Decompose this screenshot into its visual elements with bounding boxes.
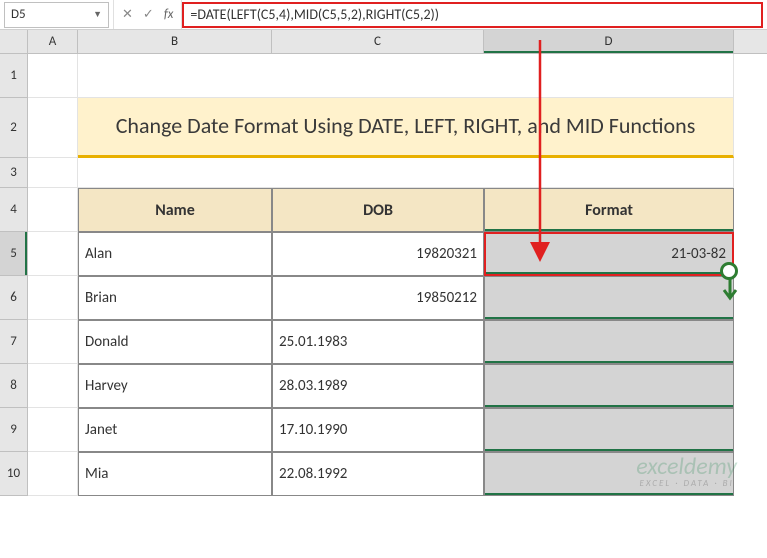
- header-name[interactable]: Name: [78, 188, 272, 232]
- cell-C7[interactable]: 25.01.1983: [272, 320, 484, 364]
- cell-B7[interactable]: Donald: [78, 320, 272, 364]
- cell-B9[interactable]: Janet: [78, 408, 272, 452]
- cell-D5[interactable]: 21-03-82: [484, 232, 734, 276]
- row-header-3[interactable]: 3: [0, 158, 28, 188]
- row-9: 9 Janet 17.10.1990: [0, 408, 767, 452]
- cell-A3[interactable]: [28, 158, 78, 188]
- cell-D8[interactable]: [484, 364, 734, 408]
- cell-D7[interactable]: [484, 320, 734, 364]
- row-6: 6 Brian 19850212: [0, 276, 767, 320]
- watermark-brand: exceldemy: [636, 455, 737, 479]
- cell-D6[interactable]: [484, 276, 734, 320]
- row-3: 3: [0, 158, 767, 188]
- header-format[interactable]: Format: [484, 188, 734, 232]
- cell-A4[interactable]: [28, 188, 78, 232]
- row-header-2[interactable]: 2: [0, 98, 28, 158]
- cell-C10[interactable]: 22.08.1992: [272, 452, 484, 496]
- col-header-C[interactable]: C: [272, 30, 484, 53]
- cell-C9[interactable]: 17.10.1990: [272, 408, 484, 452]
- cell-C6[interactable]: 19850212: [272, 276, 484, 320]
- cell-C5[interactable]: 19820321: [272, 232, 484, 276]
- row-1: 1: [0, 54, 767, 98]
- row-header-8[interactable]: 8: [0, 364, 28, 408]
- fx-icon[interactable]: fx: [164, 7, 174, 22]
- cell-A8[interactable]: [28, 364, 78, 408]
- accept-icon[interactable]: ✓: [143, 7, 154, 22]
- title-cell[interactable]: Change Date Format Using DATE, LEFT, RIG…: [78, 98, 734, 158]
- row-header-9[interactable]: 9: [0, 408, 28, 452]
- row-header-10[interactable]: 10: [0, 452, 28, 496]
- name-box[interactable]: D5 ▼: [4, 2, 109, 28]
- name-box-value: D5: [11, 7, 26, 22]
- header-dob[interactable]: DOB: [272, 188, 484, 232]
- cell-B10[interactable]: Mia: [78, 452, 272, 496]
- cell-A7[interactable]: [28, 320, 78, 364]
- fill-arrow-icon: [720, 278, 740, 306]
- cell-A1[interactable]: [28, 54, 78, 98]
- row-8: 8 Harvey 28.03.1989: [0, 364, 767, 408]
- title-text: Change Date Format Using DATE, LEFT, RIG…: [116, 112, 696, 141]
- cell-C8[interactable]: 28.03.1989: [272, 364, 484, 408]
- cancel-icon[interactable]: ✕: [122, 7, 133, 22]
- cell-A2[interactable]: [28, 98, 78, 158]
- row-7: 7 Donald 25.01.1983: [0, 320, 767, 364]
- cell-B8[interactable]: Harvey: [78, 364, 272, 408]
- cell-B6[interactable]: Brian: [78, 276, 272, 320]
- formula-text: =DATE(LEFT(C5,4),MID(C5,5,2),RIGHT(C5,2)…: [190, 6, 439, 23]
- row-header-4[interactable]: 4: [0, 188, 28, 232]
- formula-input[interactable]: =DATE(LEFT(C5,4),MID(C5,5,2),RIGHT(C5,2)…: [182, 2, 763, 28]
- row-header-7[interactable]: 7: [0, 320, 28, 364]
- name-box-dropdown-icon[interactable]: ▼: [93, 9, 102, 20]
- col-header-B[interactable]: B: [78, 30, 272, 53]
- row-5: 5 Alan 19820321 21-03-82: [0, 232, 767, 276]
- row-4: 4 Name DOB Format: [0, 188, 767, 232]
- watermark-tagline: EXCEL · DATA · BI: [636, 479, 737, 488]
- spreadsheet-grid: 1 2 Change Date Format Using DATE, LEFT,…: [0, 54, 767, 496]
- cell-A6[interactable]: [28, 276, 78, 320]
- col-header-A[interactable]: A: [28, 30, 78, 53]
- formula-controls: ✕ ✓ fx: [113, 0, 182, 29]
- cell-merged-1[interactable]: [78, 54, 734, 98]
- cell-B5[interactable]: Alan: [78, 232, 272, 276]
- col-header-D[interactable]: D: [484, 30, 734, 53]
- cell-A5[interactable]: [28, 232, 78, 276]
- formula-bar: D5 ▼ ✕ ✓ fx =DATE(LEFT(C5,4),MID(C5,5,2)…: [0, 0, 767, 30]
- row-2: 2 Change Date Format Using DATE, LEFT, R…: [0, 98, 767, 158]
- cell-D9[interactable]: [484, 408, 734, 452]
- cell-A10[interactable]: [28, 452, 78, 496]
- cell-A9[interactable]: [28, 408, 78, 452]
- row-header-1[interactable]: 1: [0, 54, 28, 98]
- watermark: exceldemy EXCEL · DATA · BI: [636, 455, 737, 488]
- row-header-5[interactable]: 5: [0, 232, 28, 276]
- row-header-6[interactable]: 6: [0, 276, 28, 320]
- column-headers: A B C D: [0, 30, 767, 54]
- cell-merged-3[interactable]: [78, 158, 734, 188]
- select-all-corner[interactable]: [0, 30, 28, 53]
